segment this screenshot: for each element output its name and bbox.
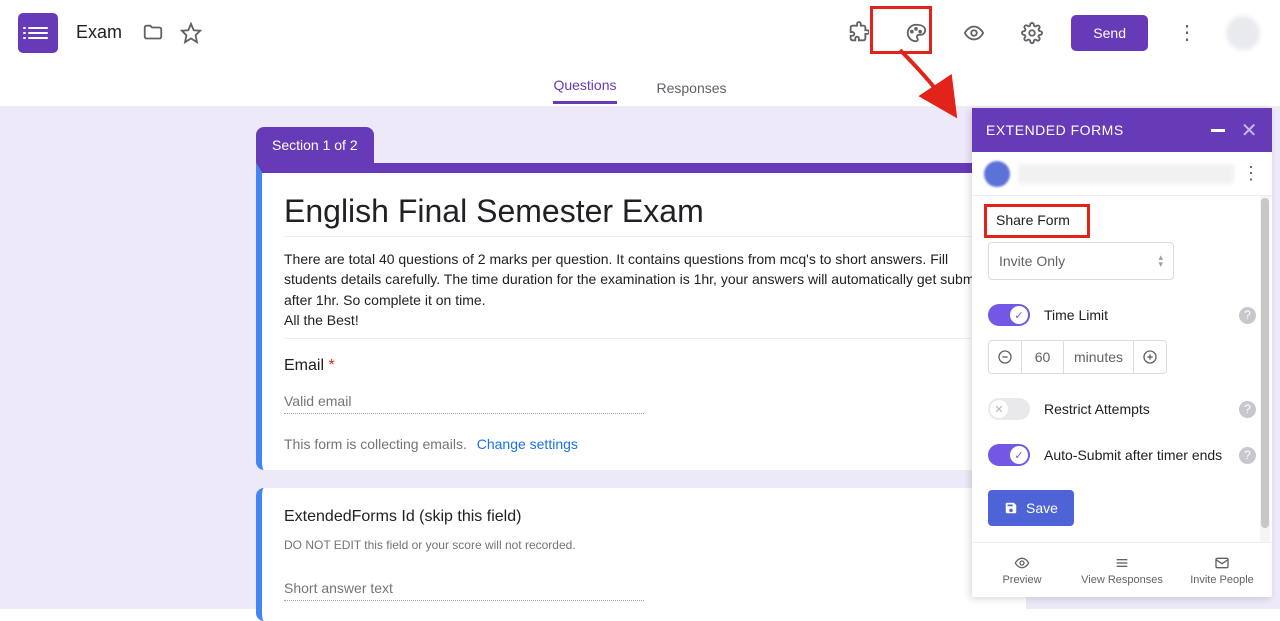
form-header-card[interactable]: ⌄⌄ English Final Semester Exam There are… bbox=[256, 163, 1026, 470]
account-avatar[interactable] bbox=[1226, 16, 1260, 50]
footer-responses-label: View Responses bbox=[1081, 574, 1163, 586]
share-mode-select[interactable]: Invite Only ▴▾ bbox=[988, 242, 1174, 280]
forms-logo bbox=[18, 13, 58, 53]
decrease-button[interactable] bbox=[988, 340, 1022, 374]
panel-user-menu-icon[interactable]: ⋮ bbox=[1242, 163, 1260, 184]
star-icon[interactable] bbox=[180, 22, 202, 44]
eye-icon bbox=[1013, 555, 1031, 571]
preview-icon[interactable] bbox=[963, 22, 985, 44]
collecting-text: This form is collecting emails. bbox=[284, 436, 467, 452]
form-description[interactable]: There are total 40 questions of 2 marks … bbox=[284, 249, 1004, 339]
help-icon[interactable]: ? bbox=[1239, 401, 1256, 418]
footer-invite[interactable]: Invite People bbox=[1172, 543, 1272, 597]
time-limit-stepper: minutes bbox=[988, 340, 1256, 374]
help-icon[interactable]: ? bbox=[1239, 307, 1256, 324]
question-card[interactable]: ExtendedForms Id (skip this field) DO NO… bbox=[256, 488, 1026, 621]
send-button[interactable]: Send bbox=[1071, 15, 1148, 51]
document-title[interactable]: Exam bbox=[76, 22, 122, 43]
share-mode-value: Invite Only bbox=[999, 253, 1065, 269]
palette-icon[interactable] bbox=[905, 22, 927, 44]
help-icon[interactable]: ? bbox=[1239, 447, 1256, 464]
minimize-icon[interactable] bbox=[1211, 129, 1225, 132]
addons-icon[interactable] bbox=[847, 22, 869, 44]
restrict-attempts-toggle[interactable]: ✕ bbox=[988, 398, 1030, 420]
save-button[interactable]: Save bbox=[988, 490, 1074, 526]
form-title[interactable]: English Final Semester Exam bbox=[284, 193, 1004, 237]
user-avatar bbox=[984, 161, 1010, 187]
time-limit-toggle[interactable]: ✓ bbox=[988, 304, 1030, 326]
footer-preview[interactable]: Preview bbox=[972, 543, 1072, 597]
panel-scrollbar[interactable] bbox=[1260, 196, 1270, 542]
question-title[interactable]: ExtendedForms Id (skip this field) bbox=[284, 508, 1004, 526]
tab-questions[interactable]: Questions bbox=[553, 77, 616, 104]
app-header: Exam Send ⋮ bbox=[0, 0, 1280, 65]
auto-submit-label: Auto-Submit after timer ends bbox=[1044, 447, 1225, 463]
share-form-label: Share Form bbox=[988, 206, 1078, 234]
restrict-attempts-label: Restrict Attempts bbox=[1044, 401, 1225, 417]
question-hint: DO NOT EDIT this field or your score wil… bbox=[284, 538, 1004, 552]
more-menu-icon[interactable]: ⋮ bbox=[1176, 22, 1198, 44]
settings-icon[interactable] bbox=[1021, 22, 1043, 44]
panel-body: Share Form Invite Only ▴▾ ✓ Time Limit ?… bbox=[972, 196, 1272, 542]
user-name bbox=[1018, 164, 1234, 184]
footer-preview-label: Preview bbox=[1002, 574, 1041, 586]
save-icon bbox=[1004, 501, 1018, 515]
short-answer-input[interactable] bbox=[284, 576, 644, 601]
time-value-input[interactable] bbox=[1022, 340, 1064, 374]
extended-forms-panel: EXTENDED FORMS ✕ ⋮ Share Form Invite Onl… bbox=[972, 108, 1272, 597]
mail-icon bbox=[1213, 555, 1231, 571]
close-icon[interactable]: ✕ bbox=[1241, 118, 1258, 143]
email-field[interactable] bbox=[284, 389, 644, 414]
folder-icon[interactable] bbox=[142, 22, 164, 44]
footer-view-responses[interactable]: View Responses bbox=[1072, 543, 1172, 597]
section-indicator: Section 1 of 2 bbox=[256, 127, 374, 163]
save-label: Save bbox=[1026, 500, 1058, 516]
change-settings-link[interactable]: Change settings bbox=[477, 436, 578, 452]
tab-responses[interactable]: Responses bbox=[657, 80, 727, 104]
list-icon bbox=[1113, 555, 1131, 571]
form-tabs: Questions Responses bbox=[0, 65, 1280, 107]
time-unit-label: minutes bbox=[1064, 340, 1133, 374]
panel-footer: Preview View Responses Invite People bbox=[972, 542, 1272, 597]
time-limit-label: Time Limit bbox=[1044, 307, 1225, 323]
panel-header: EXTENDED FORMS ✕ bbox=[972, 108, 1272, 152]
select-caret-icon: ▴▾ bbox=[1158, 254, 1163, 268]
footer-invite-label: Invite People bbox=[1190, 574, 1254, 586]
panel-title: EXTENDED FORMS bbox=[986, 122, 1124, 138]
email-label: Email * bbox=[284, 357, 335, 374]
collecting-emails-row: This form is collecting emails. Change s… bbox=[284, 436, 1004, 452]
increase-button[interactable] bbox=[1133, 340, 1167, 374]
auto-submit-toggle[interactable]: ✓ bbox=[988, 444, 1030, 466]
panel-user-row: ⋮ bbox=[972, 152, 1272, 196]
